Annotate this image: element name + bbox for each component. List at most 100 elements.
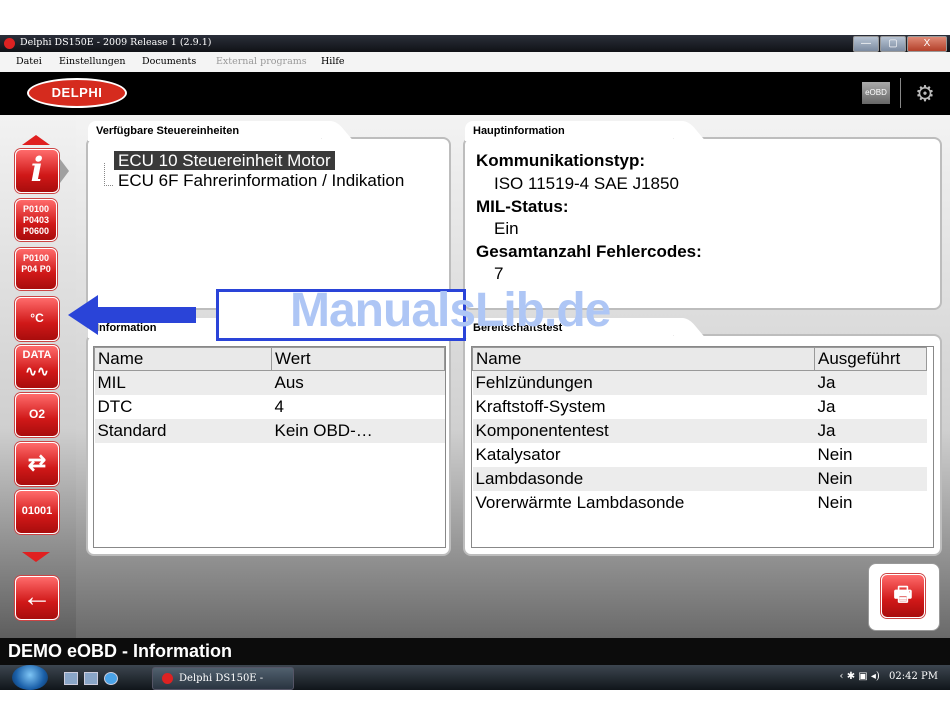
window-title: Delphi DS150E - 2009 Release 1 (2.9.1) bbox=[20, 37, 212, 48]
cell-value: Ja bbox=[814, 370, 927, 395]
printer-icon: 🖶 bbox=[881, 574, 925, 618]
menu-documents[interactable]: Documents bbox=[142, 56, 196, 67]
sidebar-button-mode[interactable]: 01001 bbox=[15, 490, 59, 534]
binary-mode-icon: 01001 bbox=[21, 505, 53, 517]
cell-name: MIL bbox=[94, 370, 272, 395]
cell-value: Kein OBD-… bbox=[271, 419, 445, 443]
cell-name: Standard bbox=[94, 419, 272, 443]
ecu-item-motor[interactable]: ECU 10 Steuereinheit Motor bbox=[114, 151, 444, 171]
menu-einstellungen[interactable]: Einstellungen bbox=[59, 56, 126, 67]
cell-name: Komponententest bbox=[472, 419, 815, 443]
tray-icons[interactable]: ‹ ✱ ▣ ◂) bbox=[840, 671, 880, 682]
back-button[interactable]: ← bbox=[15, 576, 59, 620]
sidebar-button-info[interactable]: i bbox=[15, 149, 59, 193]
data-icon: DATA bbox=[22, 349, 52, 361]
internet-explorer-icon[interactable] bbox=[104, 672, 118, 685]
column-header-name[interactable]: Name bbox=[472, 347, 815, 371]
sidebar-button-dtc-read[interactable]: P0100 P0403 P0600 bbox=[15, 199, 57, 241]
sidebar-button-live-graph[interactable]: °C bbox=[15, 297, 59, 341]
sidebar-button-o2[interactable]: O2 bbox=[15, 393, 59, 437]
cell-value: Aus bbox=[271, 370, 445, 395]
taskbar-item-delphi[interactable]: Delphi DS150E - 200... bbox=[152, 667, 294, 705]
table-row[interactable]: DTC 4 bbox=[95, 395, 445, 419]
live-graph-icon: °C bbox=[30, 311, 44, 325]
app-icon bbox=[162, 673, 173, 684]
app-header: DELPHI eOBD ⚙ bbox=[0, 72, 950, 115]
menu-hilfe[interactable]: Hilfe bbox=[321, 56, 345, 67]
sidebar-button-activation[interactable]: ⇄ bbox=[15, 442, 59, 486]
maximize-button[interactable]: ▢ bbox=[880, 36, 906, 52]
scroll-up-icon[interactable] bbox=[22, 135, 50, 145]
table-row[interactable]: MIL Aus bbox=[94, 370, 445, 395]
column-header-wert[interactable]: Wert bbox=[271, 347, 445, 371]
cell-name: Lambdasonde bbox=[472, 467, 815, 491]
cell-value: 4 bbox=[274, 397, 284, 416]
ecu-item-fahrerinformation[interactable]: ECU 6F Fahrerinformation / Indikation bbox=[114, 171, 444, 191]
dtc-clear-icon: P0100 P04 P0 bbox=[21, 253, 51, 274]
cell-value: Ja bbox=[814, 419, 927, 443]
print-button[interactable]: 🖶 bbox=[868, 563, 940, 631]
menu-external-programs[interactable]: External programs bbox=[216, 56, 307, 67]
column-header-name[interactable]: Name bbox=[94, 347, 272, 371]
close-button[interactable]: X bbox=[907, 36, 947, 52]
scroll-down-icon[interactable] bbox=[22, 552, 50, 562]
dtc-count-value: 7 bbox=[494, 264, 504, 283]
show-desktop-icon[interactable] bbox=[64, 672, 78, 685]
table-row[interactable]: Fehlzündungen Ja bbox=[472, 370, 927, 395]
cycle-arrows-icon: ⇄ bbox=[27, 450, 47, 475]
start-button[interactable] bbox=[12, 665, 48, 690]
sidebar-button-dtc-clear[interactable]: P0100 P04 P0 bbox=[15, 248, 57, 290]
pointer-arrow-icon bbox=[68, 293, 218, 342]
selected-indicator-icon bbox=[60, 159, 69, 183]
table-row[interactable]: Komponententest Ja bbox=[472, 419, 927, 443]
info-icon: i bbox=[30, 150, 44, 190]
cell-value: Nein bbox=[817, 445, 853, 464]
table-header-row: Name Wert bbox=[94, 347, 445, 371]
cell-name: Vorerwärmte Lambdasonde bbox=[475, 493, 685, 512]
comm-type-label: Kommunikationstyp: bbox=[476, 151, 646, 170]
header-divider bbox=[900, 78, 901, 108]
column-header-ausgefuehrt[interactable]: Ausgeführt bbox=[814, 347, 927, 371]
arrow-left-icon: ← bbox=[22, 580, 52, 613]
cell-value: Ja bbox=[817, 397, 836, 416]
ecu-panel-tab: Verfügbare Steuereinheiten bbox=[88, 121, 321, 141]
status-text: DEMO eOBD - Information bbox=[8, 641, 232, 661]
sidebar-button-data[interactable]: DATA ∿∿ bbox=[15, 345, 59, 389]
system-tray: ‹ ✱ ▣ ◂) 02:42 PM bbox=[840, 671, 938, 682]
clock[interactable]: 02:42 PM bbox=[889, 671, 938, 682]
o2-sensor-icon: O2 bbox=[28, 407, 45, 421]
cell-name: Fehlzündungen bbox=[472, 370, 815, 395]
cell-name: DTC bbox=[97, 397, 133, 416]
eobd-badge[interactable]: eOBD bbox=[862, 82, 890, 104]
cell-value: Nein bbox=[817, 493, 853, 512]
mil-status-value: Ein bbox=[494, 219, 519, 238]
dtc-read-icon: P0100 P0403 P0600 bbox=[22, 204, 50, 236]
main-info-panel-tab: Hauptinformation bbox=[465, 121, 673, 141]
gear-icon[interactable]: ⚙ bbox=[912, 81, 938, 107]
ecu-tree: ECU 10 Steuereinheit Motor ECU 6F Fahrer… bbox=[114, 151, 444, 191]
window-switch-icon[interactable] bbox=[84, 672, 98, 685]
table-row[interactable]: Katalysator Nein bbox=[473, 443, 927, 467]
taskbar: Delphi DS150E - 200... ‹ ✱ ▣ ◂) 02:42 PM bbox=[0, 665, 950, 705]
menu-bar: Datei Einstellungen Documents External p… bbox=[0, 52, 950, 73]
table-header-row: Name Ausgeführt bbox=[472, 347, 927, 371]
information-table: Name Wert MIL Aus DTC 4 Standard Kein OB… bbox=[94, 347, 445, 443]
delphi-logo: DELPHI bbox=[27, 78, 127, 108]
waveform-icon: ∿∿ bbox=[25, 363, 49, 379]
mil-status-label: MIL-Status: bbox=[476, 197, 569, 216]
main-area: i P0100 P0403 P0600 P0100 P04 P0 °C DATA… bbox=[0, 115, 950, 638]
cell-name: Katalysator bbox=[475, 445, 561, 464]
window-controls: — ▢ X bbox=[853, 36, 947, 52]
cell-value: Nein bbox=[814, 467, 927, 491]
table-row[interactable]: Vorerwärmte Lambdasonde Nein bbox=[473, 491, 927, 515]
menu-datei[interactable]: Datei bbox=[16, 56, 42, 67]
tree-connector bbox=[104, 163, 113, 186]
watermark-text: ManualsLib.de bbox=[290, 284, 611, 337]
window-titlebar: Delphi DS150E - 2009 Release 1 (2.9.1) —… bbox=[0, 35, 950, 52]
cell-name: Kraftstoff-System bbox=[475, 397, 606, 416]
table-row[interactable]: Lambdasonde Nein bbox=[472, 467, 927, 491]
minimize-button[interactable]: — bbox=[853, 36, 879, 52]
status-bar: DEMO eOBD - Information bbox=[0, 638, 950, 665]
table-row[interactable]: Standard Kein OBD-… bbox=[94, 419, 445, 443]
table-row[interactable]: Kraftstoff-System Ja bbox=[473, 395, 927, 419]
